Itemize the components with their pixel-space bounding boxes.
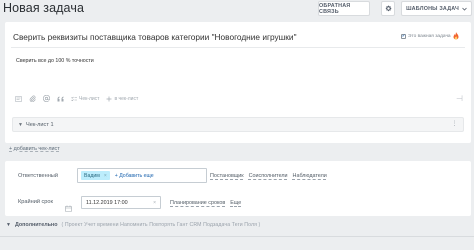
settings-button[interactable] bbox=[381, 1, 395, 16]
title-divider bbox=[11, 47, 465, 48]
additional-section[interactable]: ▼ Дополнительно ( Проект Учет времени На… bbox=[6, 222, 260, 228]
task-description[interactable]: Сверить все до 100 % точности bbox=[16, 58, 94, 64]
feedback-button[interactable]: ОБРАТНАЯ СВЯЗЬ bbox=[318, 1, 370, 16]
additional-title[interactable]: Дополнительно bbox=[15, 222, 58, 228]
responsible-user-chip[interactable]: Вадим × bbox=[81, 171, 110, 180]
to-checklist-button[interactable]: в чек-лист bbox=[106, 96, 138, 102]
checklist-block: ▼ Чек-лист 1 ⋮ bbox=[12, 117, 464, 132]
responsible-user-name: Вадим bbox=[84, 172, 100, 179]
important-task-label: Это важная задача bbox=[408, 33, 451, 39]
important-task-toggle[interactable]: ✔ Это важная задача bbox=[401, 32, 459, 40]
responsible-label: Ответственный bbox=[18, 173, 58, 179]
time-planning-link[interactable]: Планирование сроков bbox=[170, 200, 225, 206]
role-link-observers[interactable]: Наблюдатели bbox=[293, 173, 327, 179]
responsible-field[interactable]: Вадим × + Добавить еще bbox=[77, 168, 207, 183]
visual-editor-toggle-icon[interactable]: ⊣ bbox=[456, 94, 463, 103]
plan-links: Планирование сроков Еще bbox=[170, 200, 241, 206]
footer-divider bbox=[0, 236, 474, 237]
flame-icon bbox=[453, 32, 459, 40]
page-title: Новая задача bbox=[3, 1, 84, 15]
quote-icon[interactable] bbox=[57, 95, 64, 102]
attach-file-icon[interactable] bbox=[29, 95, 36, 102]
task-title-input[interactable]: Сверить реквизиты поставщика товаров кат… bbox=[13, 32, 297, 42]
task-templates-label: ШАБЛОНЫ ЗАДАЧ bbox=[406, 5, 459, 12]
task-settings-card: Ответственный Вадим × + Добавить еще Пос… bbox=[5, 161, 471, 216]
task-form-card: Сверить реквизиты поставщика товаров кат… bbox=[5, 22, 471, 143]
deadline-label: Крайний срок bbox=[18, 199, 53, 205]
checklist-title[interactable]: Чек-лист 1 bbox=[26, 122, 54, 128]
expand-arrow-icon[interactable]: ▼ bbox=[6, 222, 11, 228]
mention-icon[interactable] bbox=[43, 95, 50, 102]
clear-deadline-icon[interactable]: × bbox=[153, 200, 156, 206]
checklist-icon bbox=[71, 96, 77, 101]
task-templates-button[interactable]: ШАБЛОНЫ ЗАДАЧ bbox=[401, 1, 472, 16]
formatting-icon[interactable] bbox=[15, 95, 22, 102]
deadline-value: 11.12.2019 17:00 bbox=[86, 199, 128, 206]
additional-items: ( Проект Учет времени Напомнить Повторят… bbox=[61, 222, 261, 228]
remove-user-icon[interactable]: × bbox=[104, 173, 107, 179]
more-options-link[interactable]: Еще bbox=[230, 200, 241, 206]
to-checklist-label: в чек-лист bbox=[114, 95, 139, 102]
more-menu-icon[interactable]: ⋮ bbox=[452, 120, 458, 127]
add-to-checklist-icon bbox=[106, 96, 112, 101]
header-bar: Новая задача ОБРАТНАЯ СВЯЗЬ ШАБЛОНЫ ЗАДА… bbox=[0, 0, 474, 18]
deadline-input[interactable]: 11.12.2019 17:00 × bbox=[81, 196, 161, 209]
calendar-icon[interactable] bbox=[65, 199, 72, 212]
role-link-creator[interactable]: Постановщик bbox=[210, 173, 244, 179]
add-checklist-link[interactable]: + добавить чек-лист bbox=[9, 146, 60, 152]
gear-icon bbox=[385, 5, 391, 12]
checklist-toolbar-label: Чек-лист bbox=[79, 95, 100, 102]
editor-toolbar: Чек-лист в чек-лист bbox=[15, 95, 138, 102]
chevron-down-icon bbox=[462, 7, 467, 11]
important-checkbox[interactable]: ✔ bbox=[401, 33, 406, 39]
collapse-arrow-icon[interactable]: ▼ bbox=[18, 122, 23, 128]
role-links: Постановщик Соисполнители Наблюдатели bbox=[210, 173, 327, 179]
role-link-coexecutors[interactable]: Соисполнители bbox=[249, 173, 288, 179]
add-more-responsible-link[interactable]: + Добавить еще bbox=[115, 173, 154, 179]
checklist-toolbar-button[interactable]: Чек-лист bbox=[71, 96, 99, 102]
